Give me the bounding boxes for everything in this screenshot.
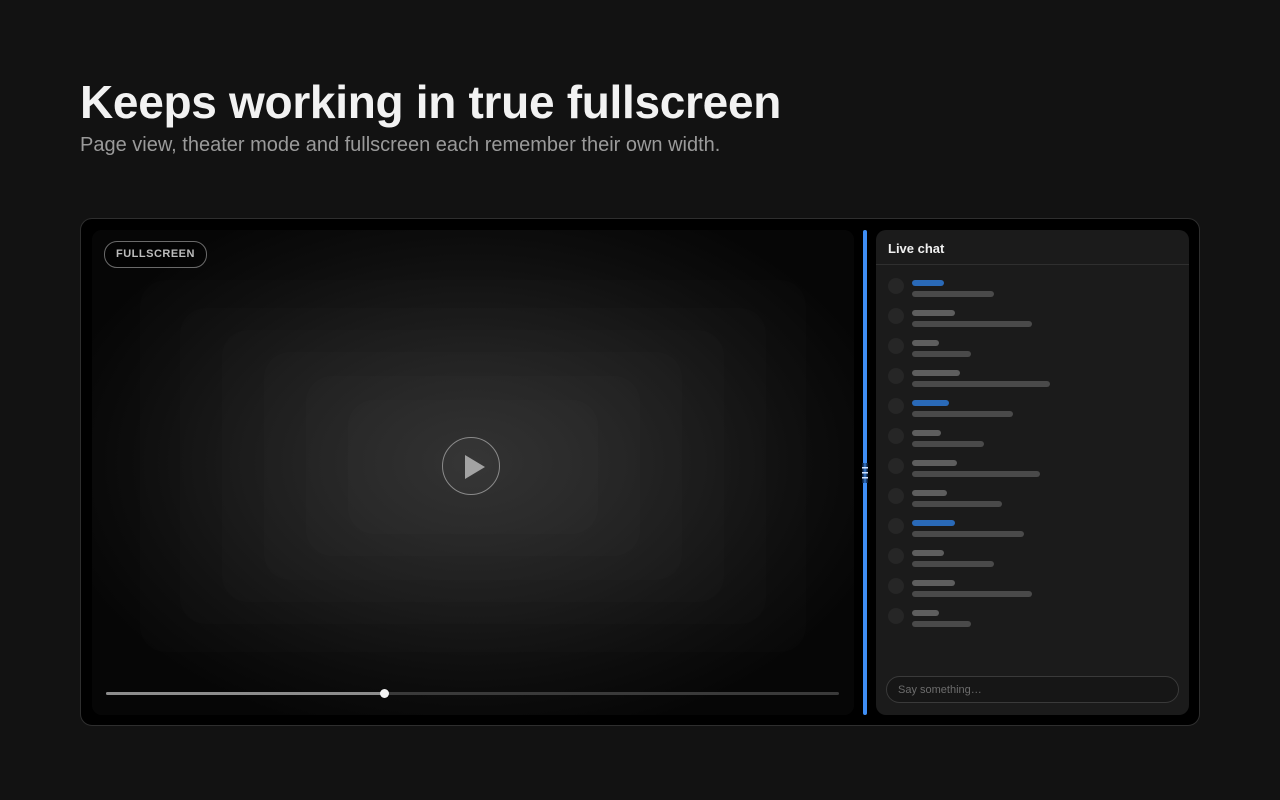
- chat-message: [888, 607, 1178, 637]
- chat-message-placeholder: [912, 561, 994, 567]
- chat-message: [888, 277, 1178, 307]
- chat-message: [888, 517, 1178, 547]
- avatar: [888, 398, 904, 414]
- chat-message: [888, 487, 1178, 517]
- grip-icon: [862, 463, 868, 483]
- avatar: [888, 308, 904, 324]
- chat-message-placeholder: [912, 531, 1024, 537]
- fullscreen-mode-badge: FULLSCREEN: [104, 241, 207, 268]
- chat-message-placeholder: [912, 351, 971, 357]
- chat-resize-handle[interactable]: [862, 230, 868, 715]
- avatar: [888, 278, 904, 294]
- chat-username-placeholder: [912, 310, 955, 316]
- video-progress-bar[interactable]: [106, 689, 839, 698]
- chat-input[interactable]: [886, 676, 1179, 703]
- video-player[interactable]: FULLSCREEN: [92, 230, 854, 715]
- chat-message: [888, 397, 1178, 427]
- chat-message: [888, 427, 1178, 457]
- chat-username-placeholder: [912, 520, 955, 526]
- chat-message-placeholder: [912, 441, 984, 447]
- play-icon: [465, 455, 485, 479]
- chat-message: [888, 307, 1178, 337]
- avatar: [888, 578, 904, 594]
- chat-message: [888, 547, 1178, 577]
- chat-message-list[interactable]: [888, 277, 1178, 637]
- page: Keeps working in true fullscreen Page vi…: [0, 0, 1280, 800]
- chat-username-placeholder: [912, 340, 939, 346]
- avatar: [888, 488, 904, 504]
- avatar: [888, 428, 904, 444]
- chat-message-placeholder: [912, 591, 1032, 597]
- chat-message-placeholder: [912, 321, 1032, 327]
- chat-message: [888, 367, 1178, 397]
- video-progress-handle[interactable]: [380, 689, 390, 698]
- chat-message: [888, 337, 1178, 367]
- chat-username-placeholder: [912, 610, 939, 616]
- chat-message-placeholder: [912, 411, 1013, 417]
- chat-title: Live chat: [876, 230, 1189, 265]
- play-button[interactable]: [442, 437, 500, 495]
- chat-username-placeholder: [912, 550, 944, 556]
- avatar: [888, 458, 904, 474]
- video-progress-fill: [106, 692, 385, 695]
- chat-username-placeholder: [912, 430, 941, 436]
- avatar: [888, 608, 904, 624]
- chat-message-placeholder: [912, 501, 1002, 507]
- chat-username-placeholder: [912, 580, 955, 586]
- chat-message: [888, 457, 1178, 487]
- chat-username-placeholder: [912, 460, 957, 466]
- live-chat-panel: Live chat: [876, 230, 1189, 715]
- chat-username-placeholder: [912, 280, 944, 286]
- chat-message: [888, 577, 1178, 607]
- page-subtitle: Page view, theater mode and fullscreen e…: [80, 134, 721, 156]
- avatar: [888, 518, 904, 534]
- chat-message-placeholder: [912, 471, 1040, 477]
- chat-message-placeholder: [912, 291, 994, 297]
- chat-username-placeholder: [912, 400, 949, 406]
- chat-message-placeholder: [912, 381, 1050, 387]
- chat-username-placeholder: [912, 370, 960, 376]
- chat-message-placeholder: [912, 621, 971, 627]
- avatar: [888, 548, 904, 564]
- chat-username-placeholder: [912, 490, 947, 496]
- demo-frame: FULLSCREEN Live chat: [80, 218, 1200, 726]
- avatar: [888, 368, 904, 384]
- avatar: [888, 338, 904, 354]
- page-title: Keeps working in true fullscreen: [80, 76, 782, 128]
